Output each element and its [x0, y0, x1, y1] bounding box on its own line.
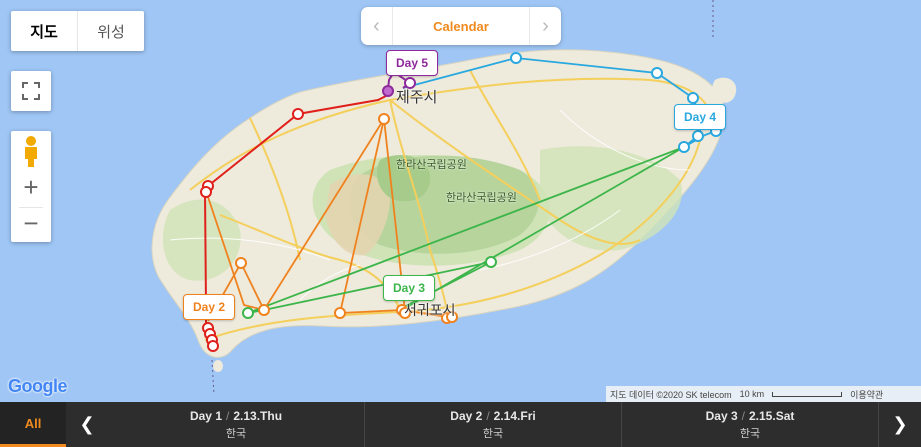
calendar-next-button[interactable]: › [529, 7, 561, 45]
chevron-right-icon: › [542, 14, 549, 37]
day-tab-region: 한국 [482, 427, 504, 440]
day-tab-region: 한국 [225, 427, 247, 440]
next-days-button[interactable]: ❯ [879, 402, 921, 447]
map-canvas[interactable]: 제주시 서귀포시 한라산국립공원 한라산국립공원 Day 5 Day 4 Day… [0, 0, 921, 402]
park-label-2: 한라산국립공원 [446, 192, 517, 204]
pegman-button[interactable] [11, 131, 51, 171]
map-type-satellite-button[interactable]: 위성 [78, 11, 144, 51]
islet [213, 360, 223, 372]
scale-label: 10 km [739, 389, 765, 399]
scale-bar [772, 391, 843, 397]
chevron-right-icon: ❯ [892, 414, 908, 434]
google-logo-text: Google [8, 376, 68, 396]
day-tab-label: Day 3 [705, 408, 738, 423]
day-tag-day5[interactable]: Day 5 [386, 50, 439, 76]
prev-days-button[interactable]: ❮ [66, 402, 108, 447]
map-type-map-button[interactable]: 지도 [11, 11, 78, 51]
google-logo[interactable]: Google [8, 376, 68, 397]
day-tab-label: Day 2 [450, 408, 483, 423]
day-tag-day3[interactable]: Day 3 [383, 275, 436, 301]
calendar-prev-button[interactable]: ‹ [361, 7, 393, 45]
day-tab-date: 2.14.Fri [493, 408, 536, 423]
tab-all[interactable]: All [0, 402, 66, 447]
day-tab-3[interactable]: Day 3/2.15.Sat 한국 [622, 402, 879, 447]
calendar-control: ‹ Calendar › [361, 7, 561, 45]
day-tab-1[interactable]: Day 1/2.13.Thu 한국 [108, 402, 365, 447]
city-label-seogwipo: 서귀포시 [404, 302, 456, 318]
day-tag-day4[interactable]: Day 4 [674, 104, 727, 130]
day-tab-label: Day 1 [189, 408, 222, 423]
day-tab-2[interactable]: Day 2/2.14.Fri 한국 [365, 402, 622, 447]
chevron-left-icon: ❮ [79, 414, 95, 434]
city-label-jeju: 제주시 [396, 89, 438, 106]
pegman-icon [25, 136, 37, 167]
calendar-label[interactable]: Calendar [393, 19, 529, 34]
map-data-credit: 지도 데이터 ©2020 SK telecom [610, 389, 732, 400]
day-tab-date: 2.15.Sat [749, 408, 795, 423]
day-selector-bar: All ❮ Day 1/2.13.Thu 한국 Day 2/2.14.Fri 한… [0, 402, 921, 447]
terms-link[interactable]: 이용약관 [850, 388, 883, 401]
day-tag-day2[interactable]: Day 2 [183, 294, 236, 320]
map-attribution: 지도 데이터 ©2020 SK telecom 10 km 이용약관 [606, 386, 921, 402]
day-tab-date: 2.13.Thu [233, 408, 283, 423]
chevron-left-icon: ‹ [373, 14, 380, 37]
zoom-in-button[interactable]: + [11, 171, 51, 206]
map-type-control: 지도 위성 [11, 11, 144, 51]
park-label-1: 한라산국립공원 [396, 159, 467, 171]
zoom-control: + − [11, 131, 51, 242]
day-tab-region: 한국 [739, 427, 761, 440]
fullscreen-icon [22, 82, 40, 100]
zoom-out-button[interactable]: − [11, 208, 51, 242]
fullscreen-button[interactable] [11, 71, 51, 111]
